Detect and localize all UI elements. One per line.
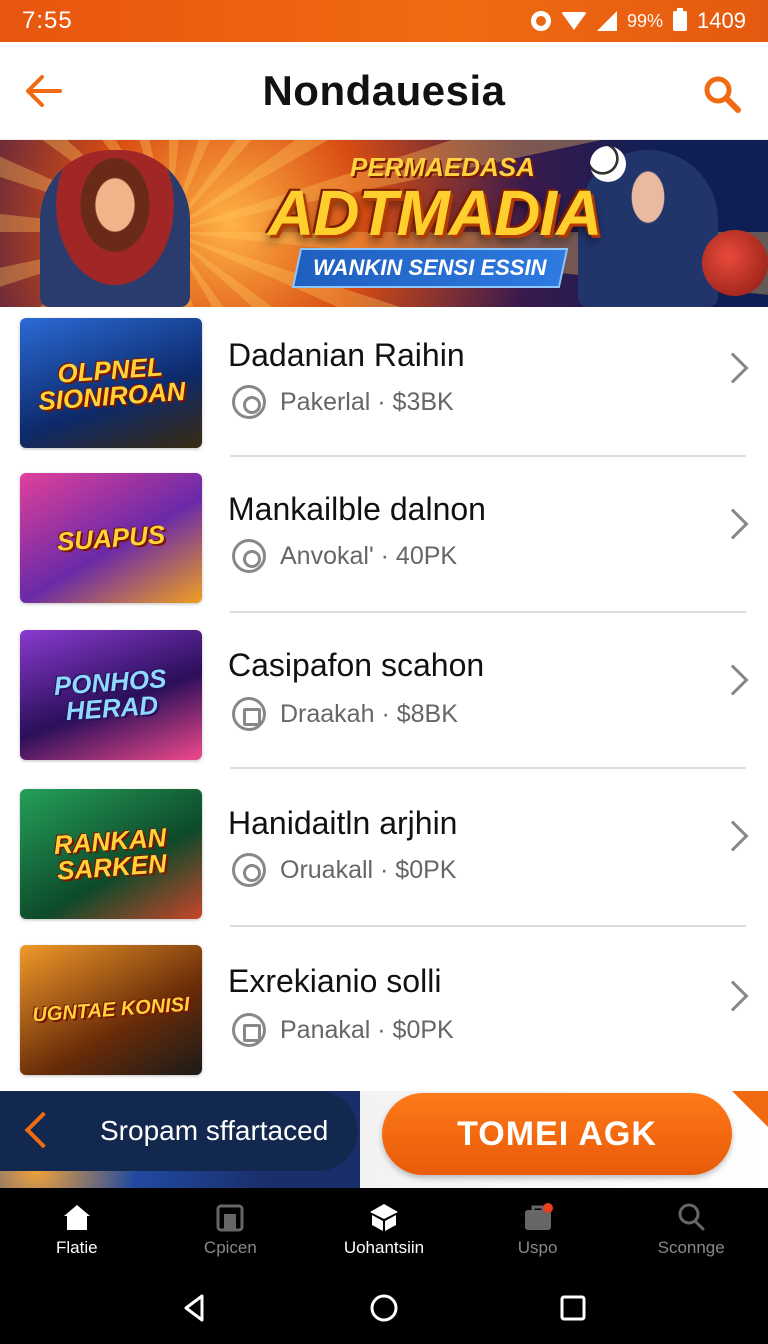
game-thumbnail: SUAPUS — [20, 473, 202, 603]
back-triangle-icon[interactable] — [180, 1293, 210, 1323]
item-title: Mankailble dalnon — [228, 491, 486, 527]
nav-item-uohantsiin[interactable]: Uohantsiin — [307, 1188, 461, 1272]
item-meta: Oruakall · $0PK — [232, 853, 456, 887]
battery-icon — [673, 8, 688, 31]
chevron-right-icon — [717, 664, 749, 696]
nav-label: Cpicen — [203, 1238, 257, 1257]
item-meta-text: Draakah · $8BK — [280, 699, 458, 728]
nav-item-cpicen[interactable]: Cpicen — [154, 1188, 308, 1272]
list-item[interactable]: PONHOS HERAD Casipafon scahon Draakah · … — [0, 619, 768, 775]
timer-icon — [232, 853, 266, 887]
recents-square-icon[interactable] — [558, 1293, 588, 1323]
home-circle-icon[interactable] — [369, 1293, 399, 1323]
game-thumbnail: RANKAN SARKEN — [20, 789, 202, 919]
item-meta-text: Pakerlal · $3BK — [280, 387, 454, 416]
signal-icon — [597, 11, 618, 31]
item-meta: Draakah · $8BK — [232, 697, 458, 731]
banner-subtitle: WANKIN SENSI ESSIN — [313, 255, 547, 280]
banner-subtitle-ribbon: WANKIN SENSI ESSIN — [291, 248, 569, 288]
cta-button[interactable]: TOMEI AGK — [382, 1093, 732, 1175]
item-meta: Panakal · $0PK — [232, 1013, 454, 1047]
chevron-right-icon — [717, 508, 749, 540]
wifi-icon — [561, 12, 588, 30]
nav-label: Uspo — [517, 1238, 558, 1257]
item-meta-text: Anvokal' · 40PK — [280, 541, 458, 570]
divider — [230, 611, 746, 613]
status-time: 7:55 — [22, 7, 73, 34]
nav-label: Flatie — [56, 1238, 98, 1257]
search-icon[interactable] — [702, 74, 742, 114]
chevron-right-icon — [717, 820, 749, 852]
thumbnail-title: OLPNEL SIONIROAN — [37, 351, 187, 417]
ball-icon — [702, 230, 768, 296]
toast-message[interactable]: Sropam sffartaced — [0, 1091, 358, 1171]
promo-banner[interactable]: PERMAEDASA ADTMADIA WANKIN SENSI ESSIN — [0, 140, 768, 307]
game-thumbnail: UGNTAE KONISI — [20, 945, 202, 1075]
bottom-nav: Flatie Cpicen Uohantsiin Uspo Sconnge — [0, 1188, 768, 1272]
nav-item-uspo[interactable]: Uspo — [461, 1188, 615, 1272]
status-icons: 99% 1409 — [531, 8, 746, 34]
list-item[interactable]: RANKAN SARKEN Hanidaitln arjhin Oruakall… — [0, 775, 768, 931]
bag-icon — [524, 1203, 553, 1230]
item-title: Exrekianio solli — [228, 963, 442, 999]
item-meta: Pakerlal · $3BK — [232, 385, 454, 419]
box-icon — [369, 1204, 398, 1231]
promo-strip: Sropam sffartaced TOMEI AGK — [0, 1091, 768, 1188]
item-title: Casipafon scahon — [228, 647, 485, 683]
chevron-right-icon — [717, 352, 749, 384]
banner-hero-left — [40, 150, 190, 307]
game-thumbnail: OLPNEL SIONIROAN — [20, 318, 202, 448]
status-bar: 7:55 99% 1409 — [0, 0, 768, 42]
chevron-left-icon — [24, 1111, 62, 1149]
divider — [230, 767, 746, 769]
item-title: Dadanian Raihin — [228, 337, 465, 373]
home-icon — [63, 1205, 90, 1230]
item-meta-text: Oruakall · $0PK — [280, 855, 457, 884]
nav-label: Uohantsiin — [343, 1238, 425, 1257]
item-title: Hanidaitln arjhin — [228, 805, 458, 841]
system-nav-bar — [0, 1272, 768, 1344]
store-icon — [216, 1204, 244, 1232]
list-item[interactable]: SUAPUS Mankailble dalnon Anvokal' · 40PK — [0, 463, 768, 619]
corner-ribbon — [732, 1091, 768, 1127]
back-arrow-icon[interactable] — [24, 74, 64, 108]
game-thumbnail: PONHOS HERAD — [20, 630, 202, 760]
cta-label: TOMEI AGK — [457, 1114, 657, 1153]
nav-item-flatie[interactable]: Flatie — [0, 1188, 154, 1272]
item-meta: Anvokal' · 40PK — [232, 539, 457, 573]
page-title: Nondauesia — [262, 66, 506, 114]
list-item[interactable]: UGNTAE KONISI Exrekianio solli Panakal ·… — [0, 933, 768, 1089]
nav-label: Sconnge — [657, 1238, 725, 1257]
timer-icon — [232, 385, 266, 419]
battery-percent: 99% — [627, 10, 664, 31]
chevron-right-icon — [717, 980, 749, 1012]
item-meta-text: Panakal · $0PK — [280, 1015, 454, 1044]
status-right-time: 1409 — [697, 8, 746, 33]
app-bar: Nondauesia — [0, 42, 768, 140]
search-icon — [678, 1203, 705, 1231]
list-item[interactable]: OLPNEL SIONIROAN Dadanian Raihin Pakerla… — [0, 307, 768, 463]
nav-item-sconnge[interactable]: Sconnge — [614, 1188, 768, 1272]
toast-text: Sropam sffartaced — [100, 1115, 329, 1146]
calendar-icon — [232, 1013, 266, 1047]
calendar-icon — [232, 697, 266, 731]
settings-status-icon — [531, 11, 552, 31]
divider — [230, 925, 746, 927]
timer-icon — [232, 539, 266, 573]
banner-headline: ADTMADIA — [268, 177, 602, 249]
divider — [230, 455, 746, 457]
